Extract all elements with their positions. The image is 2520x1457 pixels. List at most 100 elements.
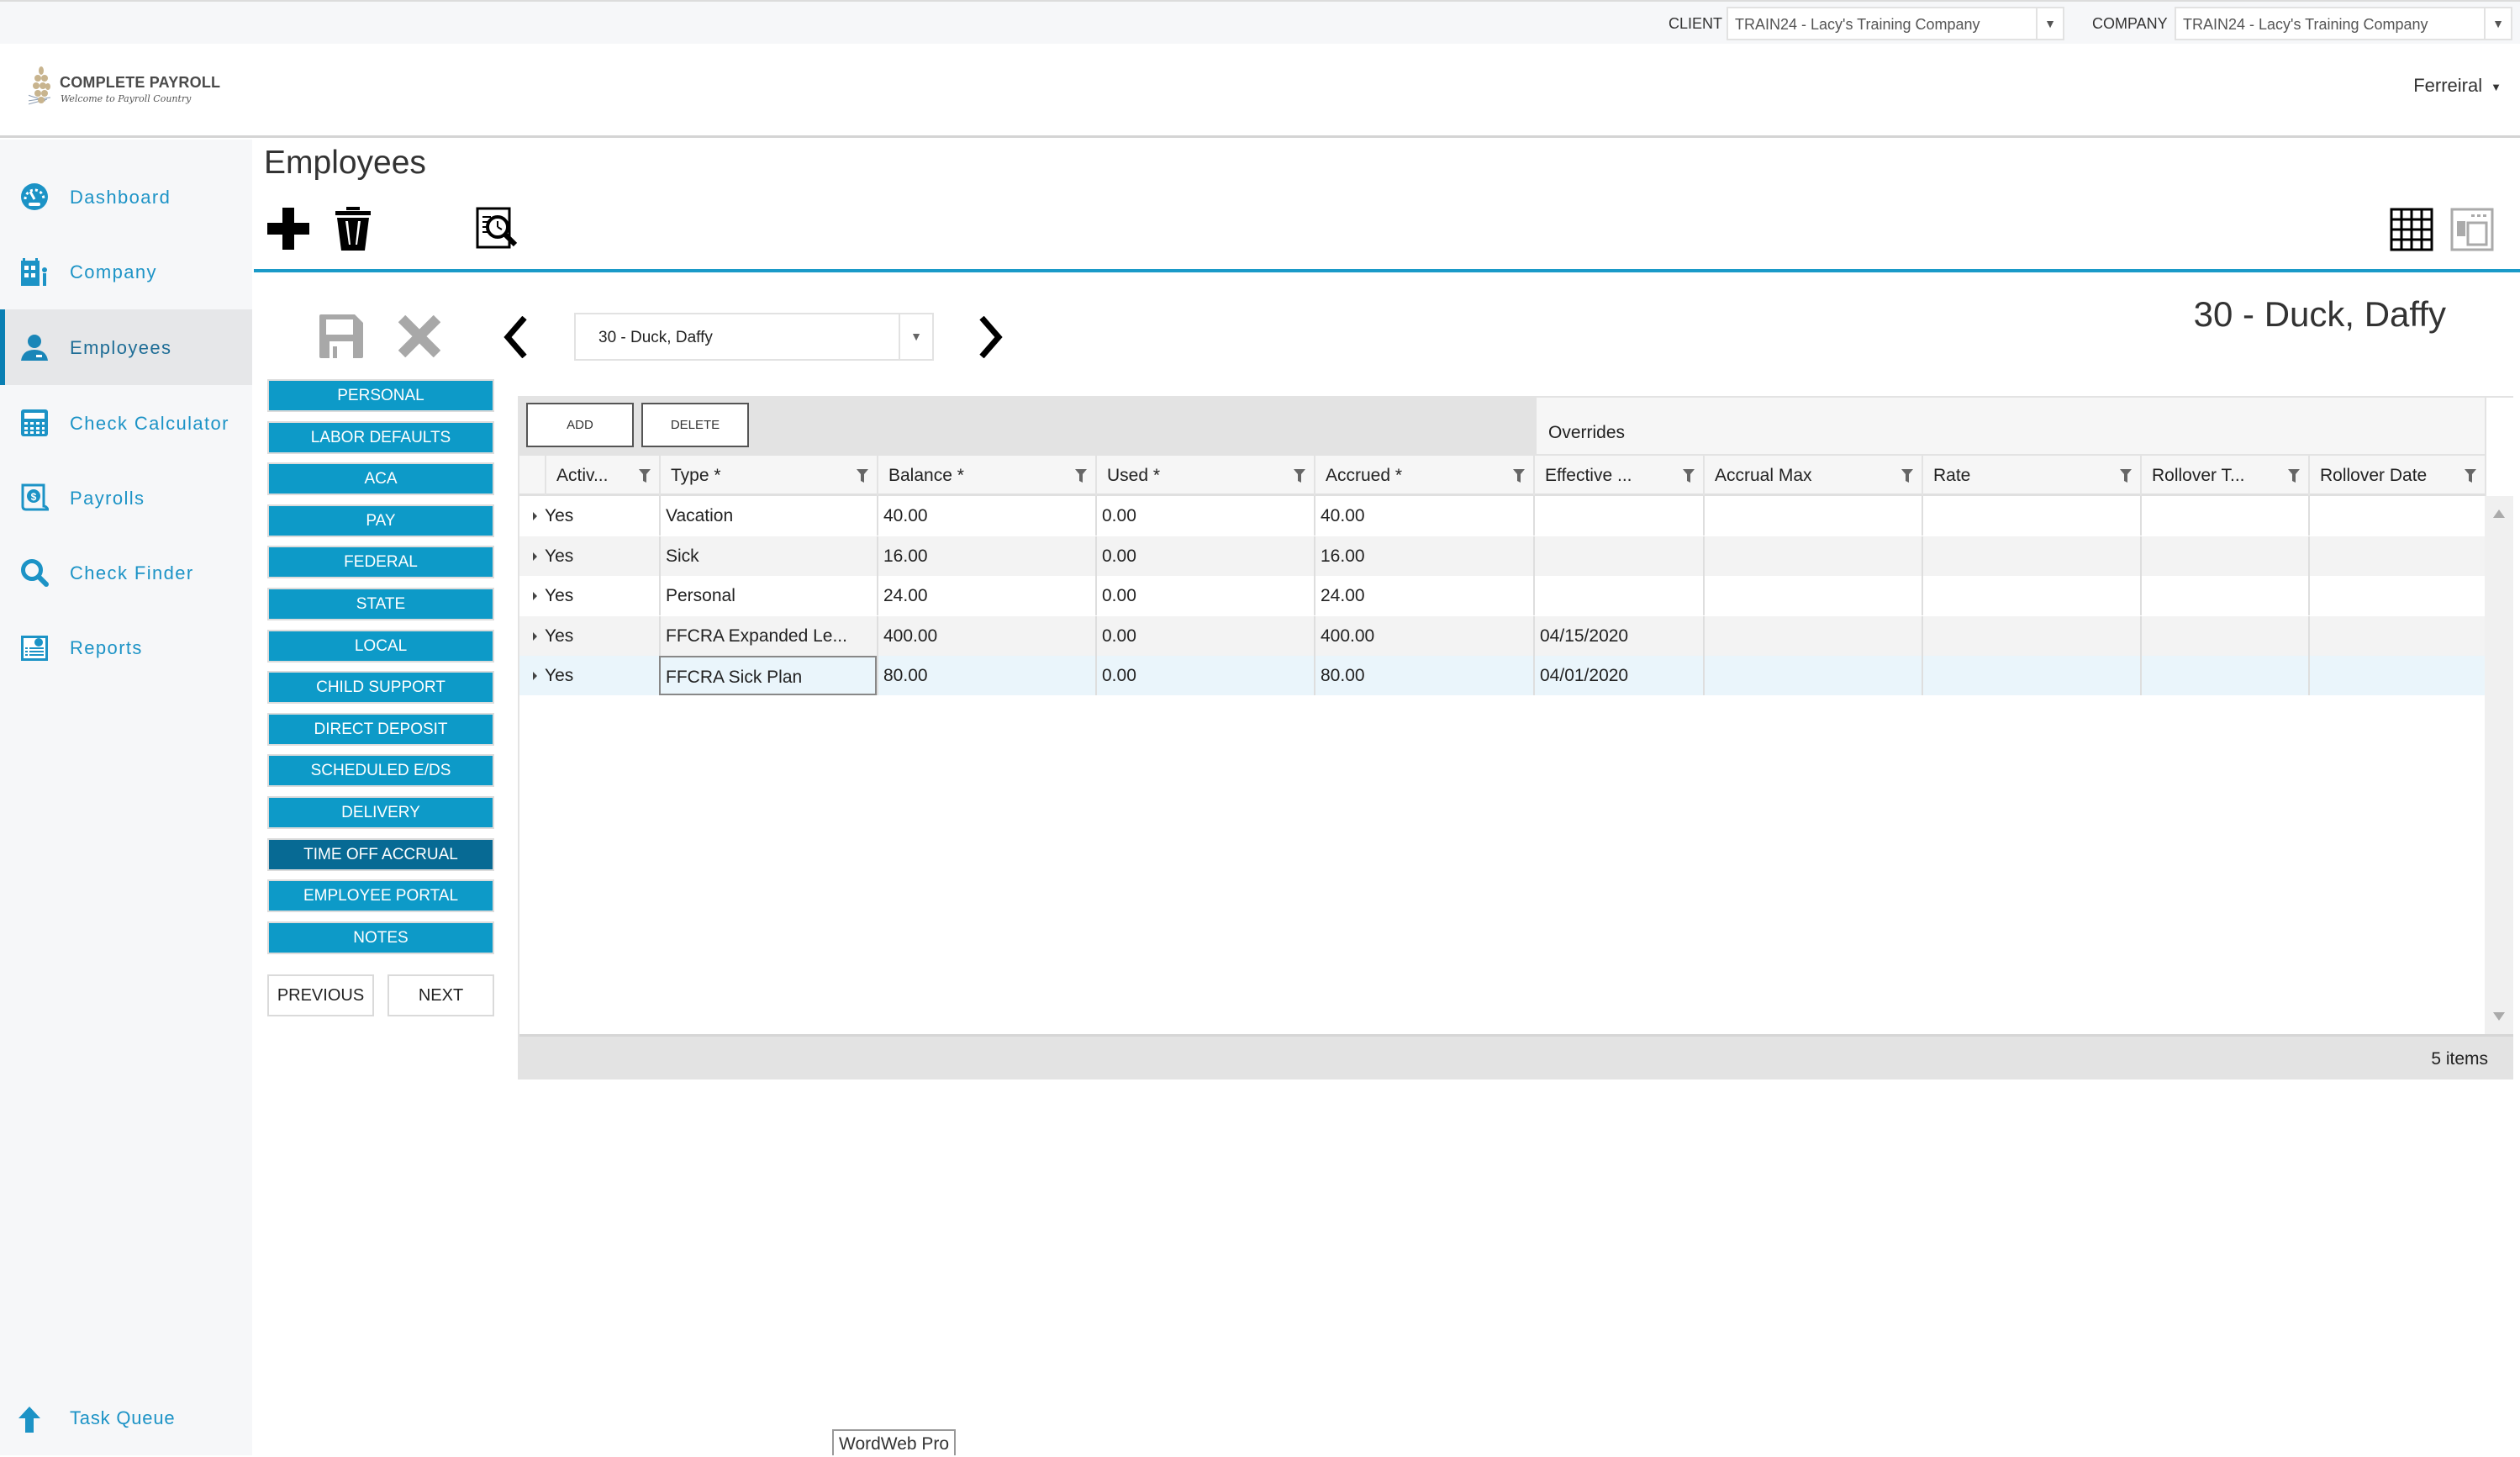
table-cell[interactable]	[1533, 536, 1703, 576]
table-cell[interactable]: 400.00	[877, 615, 1095, 656]
vertical-scrollbar[interactable]	[2485, 496, 2513, 1034]
tab-local[interactable]: LOCAL	[267, 629, 494, 663]
scroll-up-icon[interactable]	[2493, 509, 2505, 518]
tab-direct-deposit[interactable]: DIRECT DEPOSIT	[267, 712, 494, 746]
table-row[interactable]: Yes Personal 24.00 0.00 24.00	[519, 576, 2485, 615]
column-header[interactable]: Rollover T...	[2140, 456, 2308, 495]
filter-icon[interactable]	[2120, 469, 2132, 483]
plus-icon[interactable]	[266, 206, 311, 251]
document-history-search-icon[interactable]	[476, 206, 521, 251]
sidebar-item-reports[interactable]: Reports	[0, 610, 252, 685]
table-cell[interactable]: 0.00	[1095, 615, 1314, 656]
table-cell[interactable]: 24.00	[1314, 576, 1533, 615]
filter-icon[interactable]	[639, 469, 651, 483]
table-cell[interactable]: Personal	[659, 576, 877, 615]
table-cell[interactable]: 16.00	[877, 536, 1095, 576]
column-header[interactable]: Rollover Date	[2308, 456, 2485, 495]
table-cell[interactable]	[2140, 496, 2308, 536]
table-cell[interactable]: Yes	[519, 496, 659, 536]
client-select[interactable]: TRAIN24 - Lacy's Training Company ▼	[1727, 7, 2064, 40]
table-cell[interactable]	[1922, 536, 2140, 576]
tab-notes[interactable]: NOTES	[267, 921, 494, 954]
scroll-down-icon[interactable]	[2493, 1012, 2505, 1021]
next-button[interactable]: NEXT	[387, 974, 494, 1016]
table-cell[interactable]	[1703, 576, 1922, 615]
company-select[interactable]: TRAIN24 - Lacy's Training Company ▼	[2175, 7, 2512, 40]
table-cell[interactable]	[1703, 536, 1922, 576]
cancel-x-icon[interactable]	[398, 315, 440, 357]
table-cell[interactable]	[2308, 656, 2485, 695]
tab-labor-defaults[interactable]: LABOR DEFAULTS	[267, 420, 494, 454]
table-cell[interactable]	[2308, 576, 2485, 615]
table-cell[interactable]	[1533, 576, 1703, 615]
table-row[interactable]: Yes FFCRA Sick Plan 80.00 0.00 80.00 04/01/20…	[519, 656, 2485, 695]
table-cell[interactable]: 0.00	[1095, 656, 1314, 695]
tab-delivery[interactable]: DELIVERY	[267, 796, 494, 829]
sidebar-item-company[interactable]: Company	[0, 234, 252, 309]
table-cell[interactable]: 80.00	[1314, 656, 1533, 695]
table-cell[interactable]	[1533, 496, 1703, 536]
sidebar-item-task-queue[interactable]: Task Queue	[0, 1393, 252, 1444]
table-cell[interactable]: Vacation	[659, 496, 877, 536]
table-cell[interactable]	[1703, 656, 1922, 695]
filter-icon[interactable]	[1075, 469, 1087, 483]
table-cell[interactable]	[2140, 615, 2308, 656]
table-cell[interactable]: FFCRA Sick Plan	[659, 656, 877, 695]
column-header[interactable]: Effective ...	[1533, 456, 1703, 495]
column-header[interactable]: Rate	[1922, 456, 2140, 495]
tab-employee-portal[interactable]: EMPLOYEE PORTAL	[267, 879, 494, 913]
chevron-right-icon[interactable]	[978, 316, 1004, 358]
table-cell[interactable]: FFCRA Expanded Le...	[659, 615, 877, 656]
sidebar-item-employees[interactable]: Employees	[0, 309, 252, 385]
filter-icon[interactable]	[857, 469, 868, 483]
table-cell[interactable]: Yes	[519, 616, 659, 656]
table-cell[interactable]	[1922, 496, 2140, 536]
column-header[interactable]: Balance *	[877, 456, 1095, 495]
employee-select[interactable]: 30 - Duck, Daffy ▼	[574, 313, 934, 361]
tab-child-support[interactable]: CHILD SUPPORT	[267, 671, 494, 705]
table-cell[interactable]: 16.00	[1314, 536, 1533, 576]
table-cell[interactable]	[2308, 615, 2485, 656]
table-cell[interactable]	[2140, 536, 2308, 576]
tab-federal[interactable]: FEDERAL	[267, 546, 494, 579]
table-cell[interactable]: 80.00	[877, 656, 1095, 695]
user-menu[interactable]: Ferreiral ▼	[2413, 75, 2502, 97]
chevron-down-icon[interactable]: ▼	[899, 314, 932, 359]
table-cell[interactable]: 04/01/2020	[1533, 656, 1703, 695]
table-cell[interactable]: 04/15/2020	[1533, 615, 1703, 656]
filter-icon[interactable]	[1294, 469, 1305, 483]
table-cell[interactable]	[2140, 656, 2308, 695]
table-cell[interactable]: Yes	[519, 576, 659, 615]
tab-time-off-accrual[interactable]: TIME OFF ACCRUAL	[267, 837, 494, 871]
tab-aca[interactable]: ACA	[267, 462, 494, 496]
table-cell[interactable]	[2308, 496, 2485, 536]
column-header[interactable]: Activ...	[545, 456, 659, 495]
table-cell[interactable]	[1922, 656, 2140, 695]
tab-pay[interactable]: PAY	[267, 504, 494, 537]
table-cell[interactable]	[1703, 615, 1922, 656]
filter-icon[interactable]	[1901, 469, 1913, 483]
filter-icon[interactable]	[1513, 469, 1525, 483]
tab-personal[interactable]: PERSONAL	[267, 379, 494, 412]
table-cell[interactable]: 0.00	[1095, 496, 1314, 536]
sidebar-item-dashboard[interactable]: Dashboard	[0, 159, 252, 235]
table-cell[interactable]	[2140, 576, 2308, 615]
filter-icon[interactable]	[2465, 469, 2476, 483]
table-cell[interactable]: 40.00	[1314, 496, 1533, 536]
column-header[interactable]: Accrued *	[1314, 456, 1533, 495]
table-cell[interactable]: 400.00	[1314, 615, 1533, 656]
chevron-left-icon[interactable]	[503, 316, 528, 358]
table-cell[interactable]	[2308, 536, 2485, 576]
column-header[interactable]: Used *	[1095, 456, 1314, 495]
table-cell[interactable]	[1922, 615, 2140, 656]
filter-icon[interactable]	[2288, 469, 2300, 483]
chevron-down-icon[interactable]: ▼	[2036, 8, 2063, 39]
table-cell[interactable]	[1922, 576, 2140, 615]
tab-scheduled-e-ds[interactable]: SCHEDULED E/DS	[267, 754, 494, 788]
column-header[interactable]: Accrual Max	[1703, 456, 1922, 495]
table-cell[interactable]: 40.00	[877, 496, 1095, 536]
table-row[interactable]: Yes Sick 16.00 0.00 16.00	[519, 536, 2485, 576]
table-cell[interactable]: 0.00	[1095, 536, 1314, 576]
grid-delete-button[interactable]: DELETE	[641, 403, 749, 447]
sidebar-item-check-finder[interactable]: Check Finder	[0, 535, 252, 610]
